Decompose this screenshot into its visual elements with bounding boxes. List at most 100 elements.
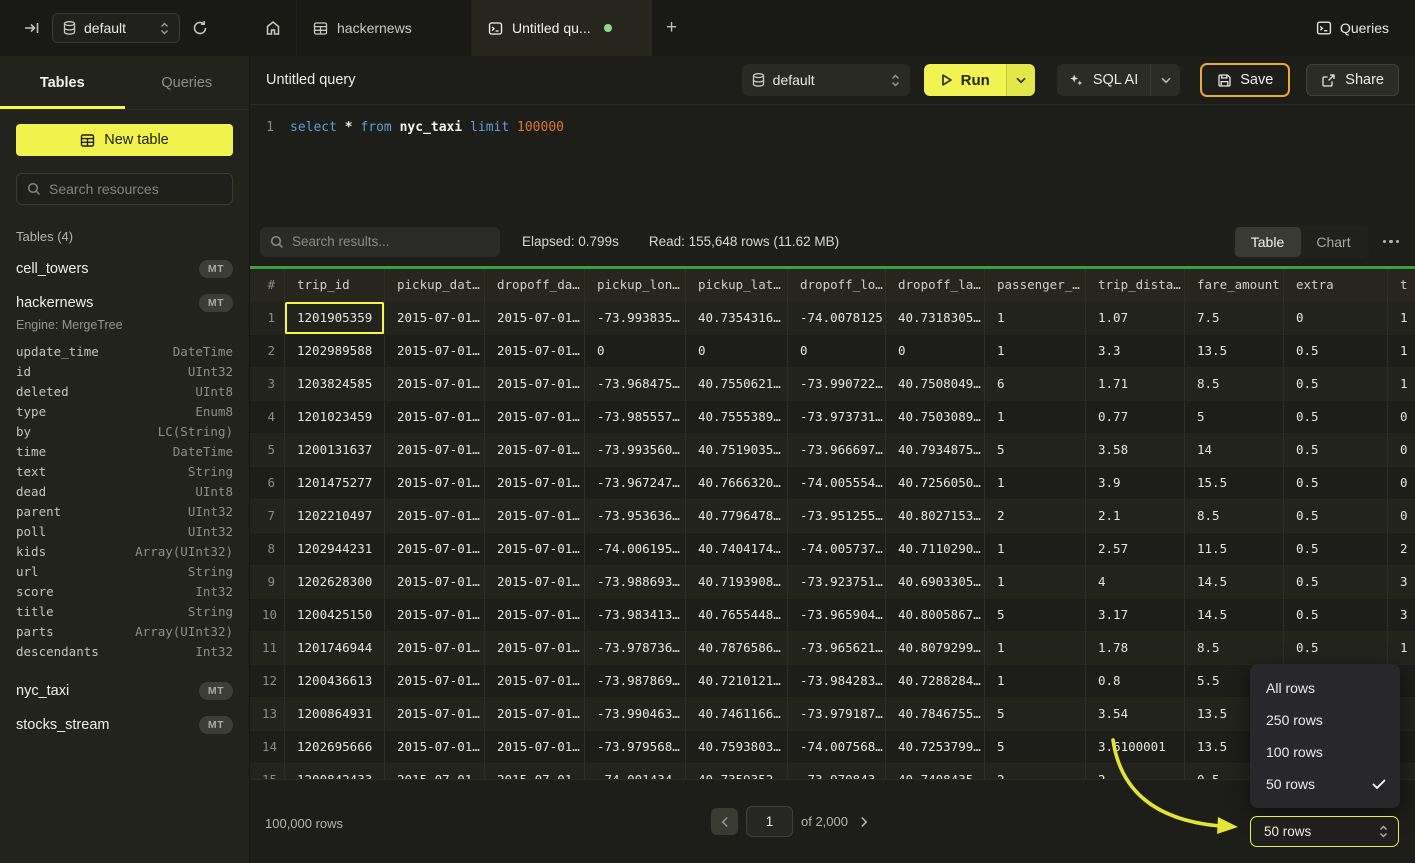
table-cell[interactable]: 40.7876586…	[686, 632, 788, 665]
table-cell[interactable]: 1	[985, 566, 1086, 599]
table-cell[interactable]: 2015-07-01…	[385, 632, 485, 665]
table-cell[interactable]: 2015-07-01…	[485, 698, 585, 731]
table-cell[interactable]: 4	[1086, 566, 1185, 599]
table-cell[interactable]: 1	[985, 335, 1086, 368]
table-cell[interactable]: 0	[1388, 434, 1415, 467]
selected-cell[interactable]: 1201905359	[285, 302, 385, 335]
table-cell[interactable]: 2015-07-01…	[485, 434, 585, 467]
table-cell[interactable]: 2015-07-01…	[385, 434, 485, 467]
table-cell[interactable]: -74.006195…	[585, 533, 686, 566]
table-cell[interactable]: 1	[985, 302, 1086, 335]
collapse-sidebar-icon[interactable]	[24, 20, 40, 36]
table-cell[interactable]: 2015-07-01…	[385, 401, 485, 434]
table-cell[interactable]: 0.5	[1284, 467, 1388, 500]
table-cell[interactable]: 2015-07-01…	[485, 302, 585, 335]
table-cell[interactable]: 40.7796478…	[686, 500, 788, 533]
table-cell[interactable]: 3.54	[1086, 698, 1185, 731]
table-cell[interactable]: 0.8	[1086, 665, 1185, 698]
table-item-stocks-stream[interactable]: stocks_stream MT	[16, 708, 233, 742]
table-cell[interactable]: 2015-07-01…	[485, 731, 585, 764]
menu-item-all-rows[interactable]: All rows	[1250, 672, 1400, 704]
run-button[interactable]: Run	[924, 64, 1006, 96]
table-cell[interactable]: -73.970843…	[788, 764, 886, 779]
table-cell[interactable]: 1.07	[1086, 302, 1185, 335]
database-selector[interactable]: default	[52, 13, 180, 43]
table-cell[interactable]: -73.985557…	[585, 401, 686, 434]
sidebar-tab-tables[interactable]: Tables	[0, 56, 125, 109]
table-cell[interactable]: 2015-07-01…	[485, 665, 585, 698]
table-cell[interactable]: 1200436613	[285, 665, 385, 698]
table-cell[interactable]: 0.5	[1284, 566, 1388, 599]
table-cell[interactable]: 40.8005867…	[886, 599, 985, 632]
table-cell[interactable]: 7.5	[1185, 302, 1284, 335]
table-cell[interactable]: 2	[1388, 533, 1415, 566]
sidebar-tab-queries[interactable]: Queries	[125, 56, 250, 109]
table-cell[interactable]: 0.5	[1284, 632, 1388, 665]
column-header[interactable]: dropoff_la…	[886, 269, 985, 302]
column-header[interactable]: fare_amount	[1185, 269, 1284, 302]
table-cell[interactable]: -73.966697…	[788, 434, 886, 467]
rows-per-page-select[interactable]: 50 rows	[1250, 816, 1399, 847]
table-cell[interactable]: 2015-07-01…	[385, 302, 485, 335]
table-cell[interactable]: 3	[1388, 599, 1415, 632]
table-cell[interactable]: 0	[1284, 302, 1388, 335]
table-cell[interactable]: 6	[985, 368, 1086, 401]
table-cell[interactable]: 1	[985, 401, 1086, 434]
table-cell[interactable]: 2015-07-01…	[385, 335, 485, 368]
column-header[interactable]: dropoff_lo…	[788, 269, 886, 302]
table-cell[interactable]: 40.8079299…	[886, 632, 985, 665]
queries-button[interactable]: Queries	[1316, 0, 1415, 56]
table-cell[interactable]: 3.6100001	[1086, 731, 1185, 764]
table-cell[interactable]: -73.993560…	[585, 434, 686, 467]
table-cell[interactable]: 40.7934875…	[886, 434, 985, 467]
table-cell[interactable]: -73.953636…	[585, 500, 686, 533]
table-cell[interactable]: 2015-07-01…	[485, 368, 585, 401]
table-cell[interactable]: 3.3	[1086, 335, 1185, 368]
table-cell[interactable]: 5	[985, 599, 1086, 632]
table-cell[interactable]: 1200842433	[285, 764, 385, 779]
table-cell[interactable]: -73.965904…	[788, 599, 886, 632]
table-cell[interactable]: -73.983413…	[585, 599, 686, 632]
table-cell[interactable]: 5	[1185, 401, 1284, 434]
table-cell[interactable]: 0.5	[1284, 401, 1388, 434]
column-header[interactable]: trip_id	[285, 269, 385, 302]
table-cell[interactable]: -73.990463…	[585, 698, 686, 731]
table-cell[interactable]: 40.8027153…	[886, 500, 985, 533]
table-cell[interactable]: 0	[1388, 500, 1415, 533]
table-item-hackernews[interactable]: hackernews MT	[16, 286, 233, 320]
table-cell[interactable]: 40.7288284…	[886, 665, 985, 698]
table-cell[interactable]: -73.968475…	[585, 368, 686, 401]
table-cell[interactable]: 0.5	[1284, 335, 1388, 368]
run-options-button[interactable]	[1006, 64, 1035, 96]
table-cell[interactable]: 40.7318305…	[886, 302, 985, 335]
sidebar-search[interactable]	[16, 173, 233, 205]
table-cell[interactable]: 3.17	[1086, 599, 1185, 632]
table-cell[interactable]: -73.979187…	[788, 698, 886, 731]
table-cell[interactable]: 1200864931	[285, 698, 385, 731]
table-cell[interactable]: 0	[1388, 401, 1415, 434]
table-cell[interactable]: 2015-07-01…	[385, 500, 485, 533]
table-cell[interactable]: 2	[985, 500, 1086, 533]
table-cell[interactable]: 1200131637	[285, 434, 385, 467]
table-cell[interactable]: 2015-07-01…	[485, 467, 585, 500]
table-cell[interactable]: 40.7359352…	[686, 764, 788, 779]
column-header[interactable]: extra	[1284, 269, 1388, 302]
table-cell[interactable]: 0.5	[1284, 599, 1388, 632]
menu-item-100-rows[interactable]: 100 rows	[1250, 736, 1400, 768]
table-cell[interactable]: 2015-07-01…	[485, 533, 585, 566]
table-cell[interactable]: -73.993835…	[585, 302, 686, 335]
results-search[interactable]	[260, 227, 500, 257]
table-cell[interactable]: 8.5	[1185, 632, 1284, 665]
table-cell[interactable]: 40.7110290…	[886, 533, 985, 566]
table-cell[interactable]: 1	[1388, 632, 1415, 665]
table-cell[interactable]: -73.951255…	[788, 500, 886, 533]
table-cell[interactable]: 2015-07-01…	[485, 566, 585, 599]
table-cell[interactable]: 1202210497	[285, 500, 385, 533]
column-header[interactable]: #	[250, 269, 285, 302]
table-cell[interactable]: 40.7404174…	[686, 533, 788, 566]
table-cell[interactable]: -73.987869…	[585, 665, 686, 698]
table-cell[interactable]: 1202628300	[285, 566, 385, 599]
share-button[interactable]: Share	[1306, 64, 1399, 96]
table-cell[interactable]: 1	[985, 467, 1086, 500]
table-cell[interactable]: 40.7655448…	[686, 599, 788, 632]
